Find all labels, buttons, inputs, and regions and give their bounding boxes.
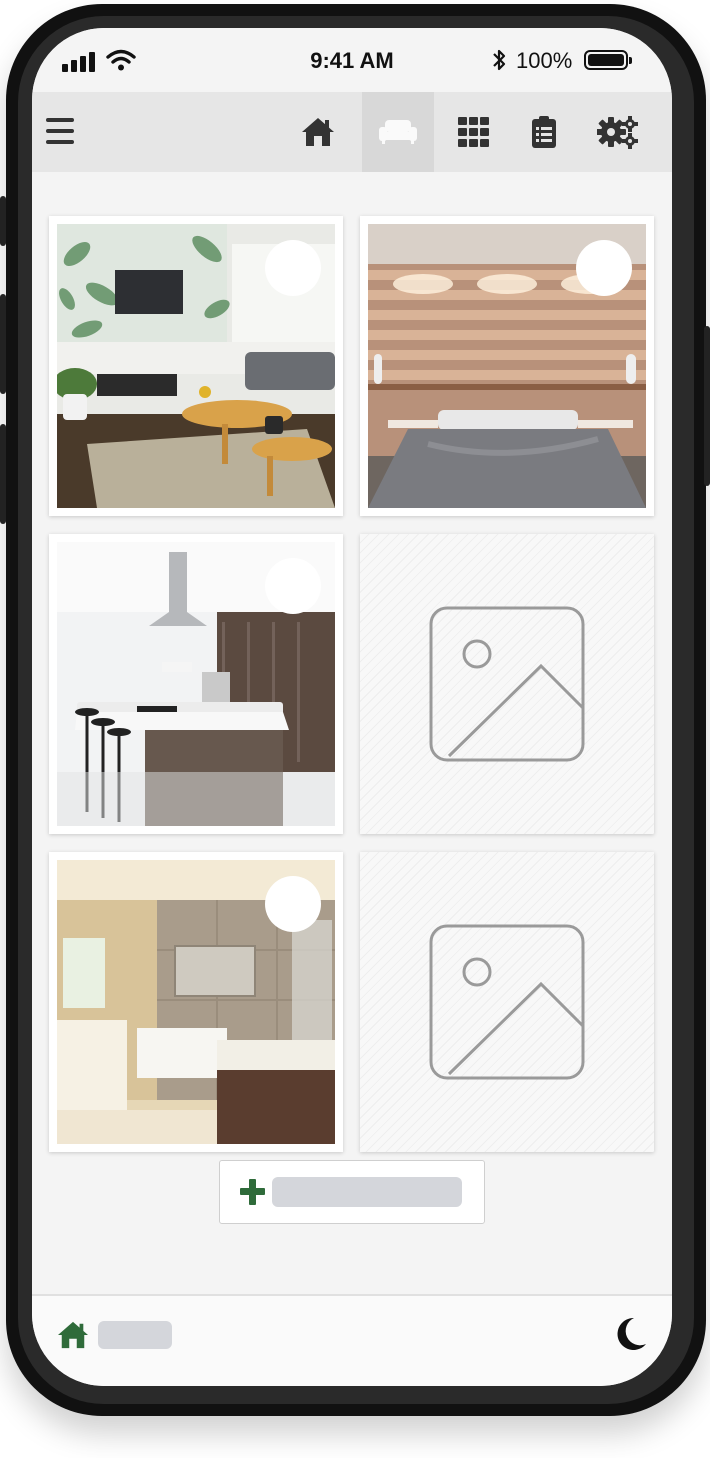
nav-tasks[interactable]	[508, 92, 580, 172]
nav-settings[interactable]	[582, 92, 654, 172]
room-badge	[265, 558, 321, 614]
battery-icon	[584, 50, 632, 70]
rooms-grid	[32, 172, 672, 1294]
image-icon	[429, 606, 585, 762]
image-placeholder	[360, 534, 654, 834]
grid-icon	[458, 117, 489, 147]
bottom-bar	[32, 1294, 672, 1386]
sofa-icon	[379, 120, 417, 144]
app-screen: 9:41 AM 100%	[32, 28, 672, 1386]
status-time: 9:41 AM	[310, 48, 394, 73]
nav-home[interactable]	[282, 92, 354, 172]
bluetooth-icon	[493, 49, 506, 71]
room-badge	[576, 240, 632, 296]
plus-icon	[240, 1179, 265, 1205]
room-badge	[265, 876, 321, 932]
battery-percent: 100%	[516, 48, 573, 73]
nav-grid[interactable]	[438, 92, 510, 172]
volume-down-button	[0, 424, 6, 524]
home-link[interactable]	[56, 1318, 176, 1352]
bedroom-photo	[368, 224, 646, 508]
room-tile-empty[interactable]	[360, 534, 654, 834]
living-room-photo	[57, 224, 335, 508]
image-icon	[429, 924, 585, 1080]
gears-icon	[597, 116, 638, 149]
room-tile-empty[interactable]	[360, 852, 654, 1152]
add-room-label-placeholder	[272, 1177, 462, 1207]
room-badge	[265, 240, 321, 296]
clipboard-icon	[532, 116, 556, 148]
room-tile[interactable]	[49, 852, 343, 1152]
menu-icon[interactable]	[46, 118, 78, 146]
moon-icon[interactable]	[610, 1314, 650, 1354]
image-placeholder	[360, 852, 654, 1152]
room-tile[interactable]	[49, 534, 343, 834]
top-nav	[32, 92, 672, 172]
silent-switch	[0, 196, 6, 246]
home-icon	[58, 1321, 88, 1349]
status-bar: 9:41 AM 100%	[32, 28, 672, 92]
home-label-placeholder	[98, 1321, 172, 1349]
room-tile[interactable]	[360, 216, 654, 516]
volume-up-button	[0, 294, 6, 394]
kitchen-photo	[57, 542, 335, 826]
room-tile[interactable]	[49, 216, 343, 516]
power-button	[704, 326, 710, 486]
home-icon	[302, 118, 334, 146]
nav-rooms[interactable]	[362, 92, 434, 172]
bathroom-photo	[57, 860, 335, 1144]
add-room-button[interactable]	[219, 1160, 485, 1224]
